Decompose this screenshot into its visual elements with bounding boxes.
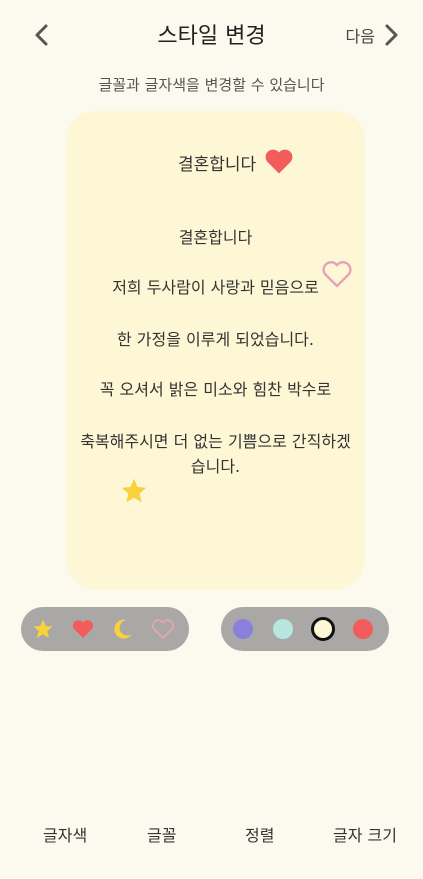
subtitle: 글꼴과 글자색을 변경할 수 있습니다: [98, 76, 325, 94]
heart-icon[interactable]: [71, 617, 95, 641]
chevron-right-icon: [385, 24, 398, 46]
color-swatch-mint[interactable]: [273, 619, 293, 639]
star-icon[interactable]: [31, 617, 55, 641]
message-line[interactable]: 습니다.: [66, 454, 365, 479]
message-line[interactable]: 꼭 오셔서 밝은 미소와 힘찬 박수로: [66, 377, 365, 402]
sticker-picker: [21, 607, 189, 651]
color-swatch-purple[interactable]: [233, 619, 253, 639]
invitation-card: 결혼합니다 결혼합니다 저희 두사람이 사랑과 믿음으로 한 가정을 이루게 되…: [66, 111, 365, 590]
bottom-nav: 글자색 글꼴 정렬 글자 크기: [0, 822, 423, 852]
color-picker: [221, 607, 389, 651]
outline-heart-icon[interactable]: [151, 617, 175, 641]
nav-font[interactable]: 글꼴: [147, 822, 176, 846]
top-bar: 스타일 변경 다음: [0, 0, 423, 70]
message-line[interactable]: 한 가정을 이루게 되었습니다.: [66, 327, 365, 352]
color-swatch-cream-selected[interactable]: [311, 617, 335, 641]
nav-text-size[interactable]: 글자 크기: [333, 822, 397, 846]
next-button[interactable]: 다음: [346, 22, 401, 48]
moon-icon[interactable]: [111, 617, 135, 641]
heart-sticker[interactable]: [264, 147, 294, 175]
outline-heart-sticker[interactable]: [321, 259, 353, 289]
nav-text-color[interactable]: 글자색: [43, 822, 87, 846]
message-line[interactable]: 결혼합니다: [66, 225, 365, 250]
message-line[interactable]: 축복해주시면 더 없는 기쁨으로 간직하겠: [66, 429, 365, 454]
next-label: 다음: [345, 27, 375, 46]
star-sticker[interactable]: [119, 477, 149, 505]
nav-alignment[interactable]: 정렬: [245, 822, 274, 846]
card-title[interactable]: 결혼합니다: [178, 150, 256, 175]
color-swatch-red[interactable]: [353, 619, 373, 639]
